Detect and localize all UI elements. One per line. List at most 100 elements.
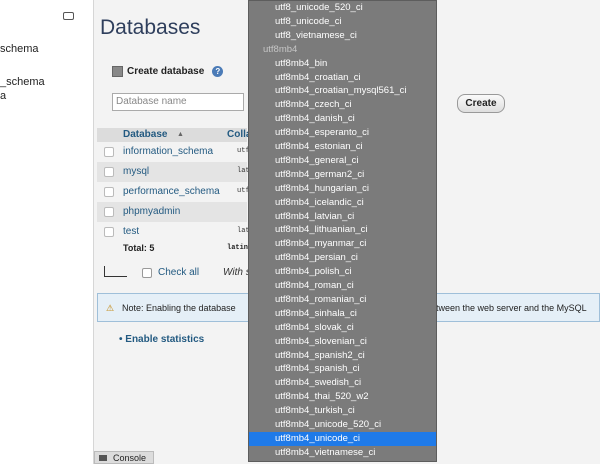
collation-dropdown-list[interactable]: utf8_unicode_520_ci utf8_unicode_ci utf8_v… xyxy=(248,0,437,462)
option-label: utf8mb4_danish_ci xyxy=(275,113,355,125)
option-label: utf8_vietnamese_ci xyxy=(275,29,357,41)
option-label: utf8mb4_persian_ci xyxy=(275,252,358,264)
table-row: mysql latin xyxy=(97,162,258,182)
option-label: utf8mb4_icelandic_ci xyxy=(275,196,364,208)
enable-statistics-label[interactable]: Enable statistics xyxy=(125,334,204,345)
dropdown-option[interactable]: utf8mb4_hungarian_ci xyxy=(249,182,436,196)
row-checkbox[interactable] xyxy=(104,167,114,177)
option-label: utf8mb4_sinhala_ci xyxy=(275,307,357,319)
dropdown-group-label: utf8mb4 xyxy=(249,43,436,57)
dropdown-option[interactable]: utf8mb4_myanmar_ci xyxy=(249,237,436,251)
database-name-input[interactable]: Database name xyxy=(112,93,244,111)
select-arrow-icon xyxy=(104,266,127,277)
option-label: utf8mb4_bin xyxy=(275,57,328,69)
dropdown-option[interactable]: utf8mb4_turkish_ci xyxy=(249,404,436,418)
dropdown-option[interactable]: utf8_unicode_520_ci xyxy=(249,1,436,15)
check-all-label[interactable]: Check all xyxy=(158,267,199,278)
dropdown-option[interactable]: utf8mb4_persian_ci xyxy=(249,251,436,265)
option-label: utf8mb4_myanmar_ci xyxy=(275,238,367,250)
dropdown-option[interactable]: utf8mb4_latvian_ci xyxy=(249,210,436,224)
check-all-checkbox[interactable] xyxy=(142,267,152,278)
sidebar-item[interactable]: _schema xyxy=(0,76,45,88)
dropdown-option[interactable]: utf8mb4_unicode_520_ci xyxy=(249,418,436,432)
option-label: utf8mb4_spanish2_ci xyxy=(275,349,365,361)
option-label: utf8mb4_romanian_ci xyxy=(275,293,367,305)
option-label: utf8mb4_vietnamese_ci xyxy=(275,446,376,458)
dropdown-option[interactable]: utf8_unicode_ci xyxy=(249,15,436,29)
create-button[interactable]: Create xyxy=(457,94,505,113)
dropdown-option[interactable]: utf8mb4_lithuanian_ci xyxy=(249,223,436,237)
row-checkbox[interactable] xyxy=(104,187,114,197)
table-total-row: Total: 5 latin xyxy=(97,242,248,256)
dropdown-option[interactable]: utf8mb4_roman_ci xyxy=(249,279,436,293)
column-header-database[interactable]: Database xyxy=(123,129,167,140)
dropdown-option[interactable]: utf8mb4_spanish2_ci xyxy=(249,349,436,363)
option-label: utf8mb4_general_ci xyxy=(275,154,359,166)
sort-icon[interactable]: ▲ xyxy=(177,131,184,138)
dropdown-option[interactable]: utf8mb4_german2_ci xyxy=(249,168,436,182)
option-label: utf8mb4_hungarian_ci xyxy=(275,182,370,194)
dropdown-option[interactable]: utf8mb4_polish_ci xyxy=(249,265,436,279)
database-link[interactable]: test xyxy=(123,226,139,237)
create-database-label: Create database xyxy=(127,66,205,77)
row-checkbox[interactable] xyxy=(104,227,114,237)
dropdown-option[interactable]: utf8mb4_thai_520_w2 xyxy=(249,390,436,404)
page-title: Databases xyxy=(100,16,201,39)
console-tab[interactable]: Console xyxy=(94,451,154,464)
dropdown-option[interactable]: utf8mb4_romanian_ci xyxy=(249,293,436,307)
dropdown-option[interactable]: utf8mb4_croatian_mysql561_ci xyxy=(249,84,436,98)
database-link[interactable]: information_schema xyxy=(123,146,213,157)
warning-icon: ⚠ xyxy=(106,303,115,313)
dropdown-option[interactable]: utf8mb4_unicode_ci xyxy=(249,431,436,446)
option-label: utf8mb4_swedish_ci xyxy=(275,377,362,389)
check-all[interactable]: Check all xyxy=(142,267,199,278)
console-label[interactable]: Console xyxy=(113,453,146,463)
option-label: utf8mb4_slovak_ci xyxy=(275,321,354,333)
table-row: performance_schema utf xyxy=(97,182,250,202)
navigation-panel: schema _schema a xyxy=(0,0,94,464)
option-label: utf8mb4_spanish_ci xyxy=(275,363,360,375)
dropdown-option[interactable]: utf8mb4_icelandic_ci xyxy=(249,196,436,210)
dropdown-option[interactable]: utf8mb4_croatian_ci xyxy=(249,71,436,85)
option-label: utf8mb4_unicode_520_ci xyxy=(275,419,382,430)
database-link[interactable]: performance_schema xyxy=(123,186,220,197)
help-icon[interactable]: ? xyxy=(212,66,224,77)
dropdown-option[interactable]: utf8mb4_slovak_ci xyxy=(249,321,436,335)
dropdown-option[interactable]: utf8_vietnamese_ci xyxy=(249,29,436,43)
database-link[interactable]: mysql xyxy=(123,166,149,177)
option-label: utf8mb4_german2_ci xyxy=(275,168,365,180)
option-label: utf8mb4 xyxy=(263,43,298,55)
databases-table: Database ▲ Colla information_schema utf … xyxy=(97,128,258,256)
dropdown-option[interactable]: utf8mb4_swedish_ci xyxy=(249,376,436,390)
database-icon xyxy=(112,66,123,77)
option-label: utf8_unicode_ci xyxy=(275,15,342,27)
dropdown-option[interactable]: utf8mb4_czech_ci xyxy=(249,98,436,112)
sidebar-item[interactable]: schema xyxy=(0,43,39,55)
option-label: utf8mb4_estonian_ci xyxy=(275,141,363,152)
row-checkbox[interactable] xyxy=(104,147,114,157)
dropdown-option[interactable]: utf8mb4_estonian_ci xyxy=(249,140,436,154)
collapse-icon[interactable] xyxy=(63,12,74,20)
dropdown-option[interactable]: utf8mb4_vietnamese_ci xyxy=(249,446,436,460)
option-label: utf8mb4_lithuanian_ci xyxy=(275,224,368,236)
database-link[interactable]: phpmyadmin xyxy=(123,206,180,217)
notice-text-continued: etween the web server and the MySQL xyxy=(431,303,587,313)
dropdown-option[interactable]: utf8mb4_spanish_ci xyxy=(249,362,436,376)
create-database-heading: Create database ? xyxy=(112,66,224,77)
dropdown-option[interactable]: utf8mb4_danish_ci xyxy=(249,112,436,126)
with-selected-label: With s xyxy=(223,267,251,278)
total-label: Total: 5 xyxy=(123,243,155,253)
dropdown-option[interactable]: utf8mb4_bin xyxy=(249,57,436,71)
notice-text: Note: Enabling the database xyxy=(122,303,236,313)
option-label: utf8mb4_roman_ci xyxy=(275,280,354,291)
row-checkbox[interactable] xyxy=(104,207,114,217)
enable-statistics-link[interactable]: • Enable statistics xyxy=(119,334,204,345)
dropdown-option[interactable]: utf8mb4_general_ci xyxy=(249,154,436,168)
option-label: utf8mb4_czech_ci xyxy=(275,99,352,111)
dropdown-option[interactable]: utf8mb4_slovenian_ci xyxy=(249,335,436,349)
option-label: utf8mb4_turkish_ci xyxy=(275,405,355,417)
option-label: utf8mb4_croatian_ci xyxy=(275,71,361,83)
dropdown-option[interactable]: utf8mb4_sinhala_ci xyxy=(249,307,436,321)
dropdown-option[interactable]: utf8mb4_esperanto_ci xyxy=(249,126,436,140)
sidebar-item[interactable]: a xyxy=(0,90,6,102)
